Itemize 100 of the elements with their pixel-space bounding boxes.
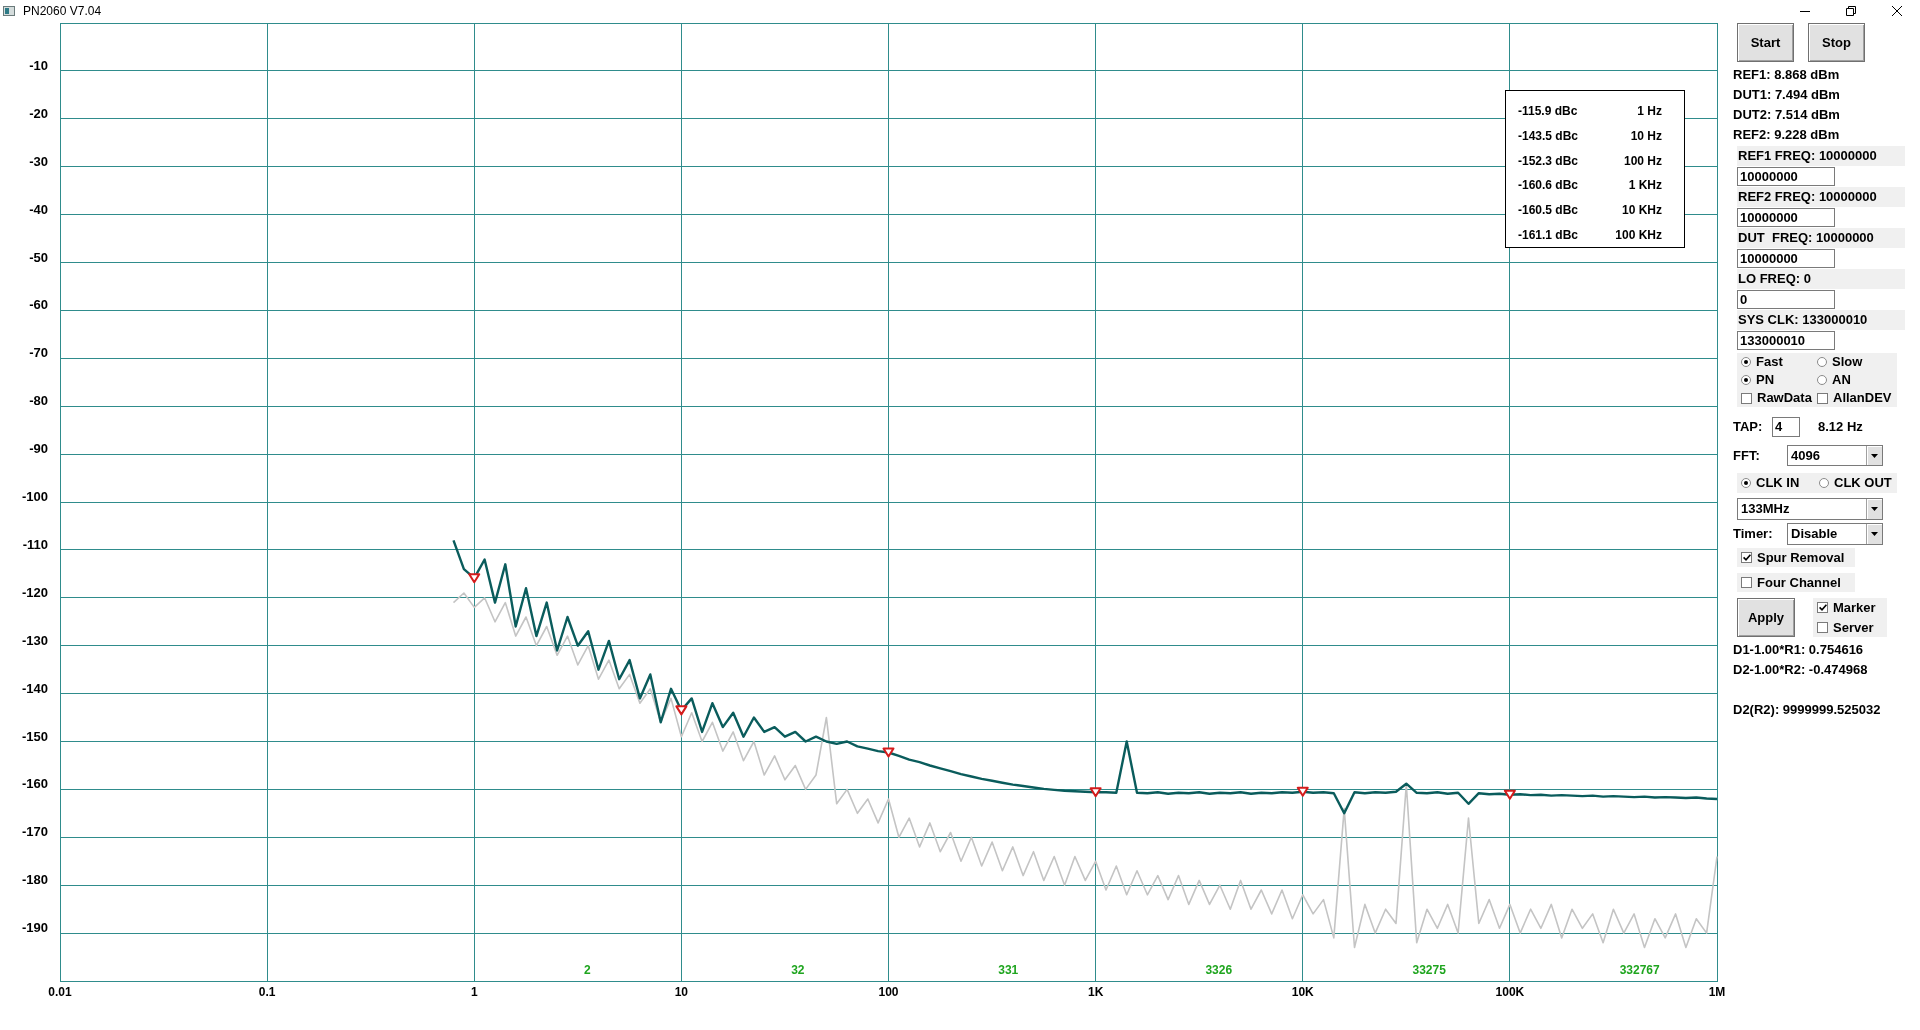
noise-reading: -152.3 dBc [1518, 152, 1579, 170]
noise-reading: -160.6 dBc [1518, 177, 1579, 195]
marker-icon [1296, 786, 1309, 797]
axis-label: 100 [878, 985, 899, 999]
axis-label: 0.01 [48, 985, 72, 999]
dropdown[interactable]: 133MHz [1737, 498, 1883, 520]
input-field[interactable]: 0 [1737, 290, 1835, 309]
noise-reading: -161.1 dBc [1518, 226, 1579, 244]
axis-label: -10 [29, 57, 48, 73]
axis-label: -160 [21, 776, 48, 792]
input-field[interactable]: 133000010 [1737, 331, 1835, 350]
radio-option[interactable]: CLK OUT [1815, 473, 1897, 493]
result-text: D1-1.00*R1: 0.754616 [1733, 641, 1865, 659]
reading-text: DUT2: 7.514 dBm [1733, 106, 1841, 124]
axis-label: -50 [29, 249, 48, 265]
window-title: PN2060 V7.04 [23, 3, 102, 20]
reading-text: 8.12 Hz [1818, 418, 1863, 437]
axis-label: -90 [29, 441, 48, 457]
result-text: D2-1.00*R2: -0.474968 [1733, 661, 1869, 679]
dropdown[interactable]: Disable [1787, 523, 1883, 545]
minimize-icon [1800, 10, 1810, 12]
input-field[interactable]: 10000000 [1737, 167, 1835, 186]
axis-label: 100K [1495, 985, 1525, 999]
count-label: 3326 [1205, 963, 1233, 977]
caret-icon [1866, 446, 1882, 465]
axis-label: -130 [21, 632, 48, 648]
offset-label: 100 KHz [1615, 226, 1662, 244]
input-field[interactable]: 10000000 [1737, 249, 1835, 268]
checkbox-option[interactable]: Four Channel [1737, 573, 1855, 592]
axis-label: -170 [21, 824, 48, 840]
checkbox-option[interactable]: Marker [1813, 598, 1887, 618]
checkbox-option[interactable]: AllanDEV [1813, 389, 1897, 407]
marker-icon [675, 705, 688, 716]
radio-option[interactable]: AN [1813, 371, 1897, 389]
count-label: 331 [998, 963, 1019, 977]
axis-label: 0.1 [258, 985, 276, 999]
radio-option[interactable]: PN [1737, 371, 1813, 389]
offset-label: 10 Hz [1630, 128, 1662, 145]
reading-text: DUT1: 7.494 dBm [1733, 86, 1841, 104]
dropdown[interactable]: 4096 [1787, 445, 1883, 466]
axis-label: 1 [470, 985, 478, 999]
axis-label: -80 [29, 393, 48, 409]
field-label: REF1 FREQ: 10000000 [1737, 146, 1905, 166]
axis-label: -110 [22, 536, 48, 552]
result-text: D2(R2): 9999999.525032 [1733, 701, 1882, 719]
radio-option[interactable]: CLK IN [1737, 473, 1815, 493]
input-field[interactable]: 10000000 [1737, 208, 1835, 227]
axis-label: -180 [21, 872, 48, 888]
axis-label: -60 [29, 297, 48, 313]
input-field[interactable]: 4 [1772, 417, 1800, 437]
axis-label: -120 [21, 584, 48, 600]
checkbox-option[interactable]: Spur Removal [1737, 548, 1855, 567]
field-label: FFT: [1733, 446, 1761, 465]
radio-option[interactable]: Fast [1737, 353, 1813, 371]
marker-icon [468, 573, 481, 584]
axis-label: -40 [29, 201, 48, 217]
axis-label: -70 [29, 345, 48, 361]
field-label: REF2 FREQ: 10000000 [1737, 187, 1905, 207]
field-label: TAP: [1733, 418, 1764, 437]
marker-icon [882, 747, 895, 758]
offset-label: 100 Hz [1623, 152, 1662, 170]
radio-option[interactable]: Slow [1813, 353, 1897, 371]
caret-icon [1866, 524, 1882, 544]
axis-label: -30 [29, 153, 48, 169]
offset-label: 1 Hz [1637, 103, 1662, 121]
reading-text: REF2: 9.228 dBm [1733, 126, 1841, 144]
action-button[interactable]: Stop [1808, 23, 1865, 62]
apply-button[interactable]: Apply [1737, 598, 1795, 637]
action-button[interactable]: Start [1737, 23, 1794, 62]
count-label: 2 [584, 963, 591, 977]
offset-label: 1 KHz [1628, 177, 1662, 195]
checkbox-option[interactable]: Server [1813, 617, 1887, 637]
noise-reading: -143.5 dBc [1518, 128, 1579, 145]
count-label: 32 [791, 963, 805, 977]
offset-label: 10 KHz [1622, 202, 1662, 219]
noise-reading: -115.9 dBc [1518, 103, 1578, 121]
count-label: 33275 [1412, 963, 1446, 977]
field-label: LO FREQ: 0 [1737, 269, 1905, 289]
axis-label: 10 [674, 985, 689, 999]
axis-label: -190 [21, 920, 48, 936]
field-label: SYS CLK: 133000010 [1737, 310, 1905, 330]
reading-text: REF1: 8.868 dBm [1733, 66, 1841, 84]
marker-icon [1503, 789, 1516, 800]
field-label: Timer: [1733, 525, 1774, 544]
marker-icon [1089, 787, 1102, 798]
axis-label: 10K [1291, 985, 1314, 999]
close-icon [1892, 6, 1902, 16]
axis-label: 1M [1708, 985, 1726, 999]
restore-icon [1846, 6, 1856, 16]
app-icon [3, 6, 15, 16]
axis-label: -150 [21, 728, 48, 744]
checkbox-option[interactable]: RawData [1737, 389, 1813, 407]
axis-label: -100 [21, 489, 48, 504]
axis-label: -140 [21, 680, 48, 696]
caret-icon [1866, 499, 1882, 519]
axis-label: -20 [29, 105, 48, 121]
axis-label: 1K [1087, 985, 1104, 999]
count-label: 332767 [1619, 963, 1660, 977]
field-label: DUT FREQ: 10000000 [1737, 228, 1905, 248]
noise-reading: -160.5 dBc [1518, 202, 1579, 219]
